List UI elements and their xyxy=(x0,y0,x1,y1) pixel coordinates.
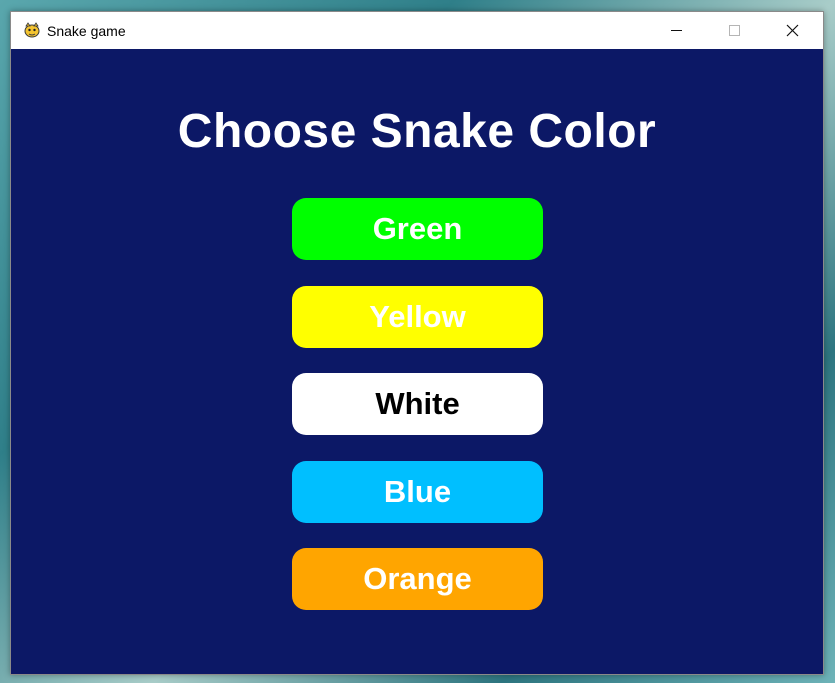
maximize-button[interactable] xyxy=(711,12,757,49)
game-canvas: Choose Snake Color Green Yellow White Bl… xyxy=(11,49,823,674)
orange-color-button[interactable]: Orange xyxy=(292,548,543,610)
app-window: Snake game Choose Snake Color Green Yell… xyxy=(10,11,824,675)
close-button[interactable] xyxy=(769,12,815,49)
blue-color-button[interactable]: Blue xyxy=(292,461,543,523)
white-color-button[interactable]: White xyxy=(292,373,543,435)
pygame-snake-icon xyxy=(23,21,41,39)
green-color-button[interactable]: Green xyxy=(292,198,543,260)
close-icon xyxy=(786,24,799,37)
title-bar[interactable]: Snake game xyxy=(11,12,823,49)
minimize-button[interactable] xyxy=(653,12,699,49)
window-title: Snake game xyxy=(47,23,126,39)
page-title: Choose Snake Color xyxy=(177,105,657,158)
yellow-color-button[interactable]: Yellow xyxy=(292,286,543,348)
